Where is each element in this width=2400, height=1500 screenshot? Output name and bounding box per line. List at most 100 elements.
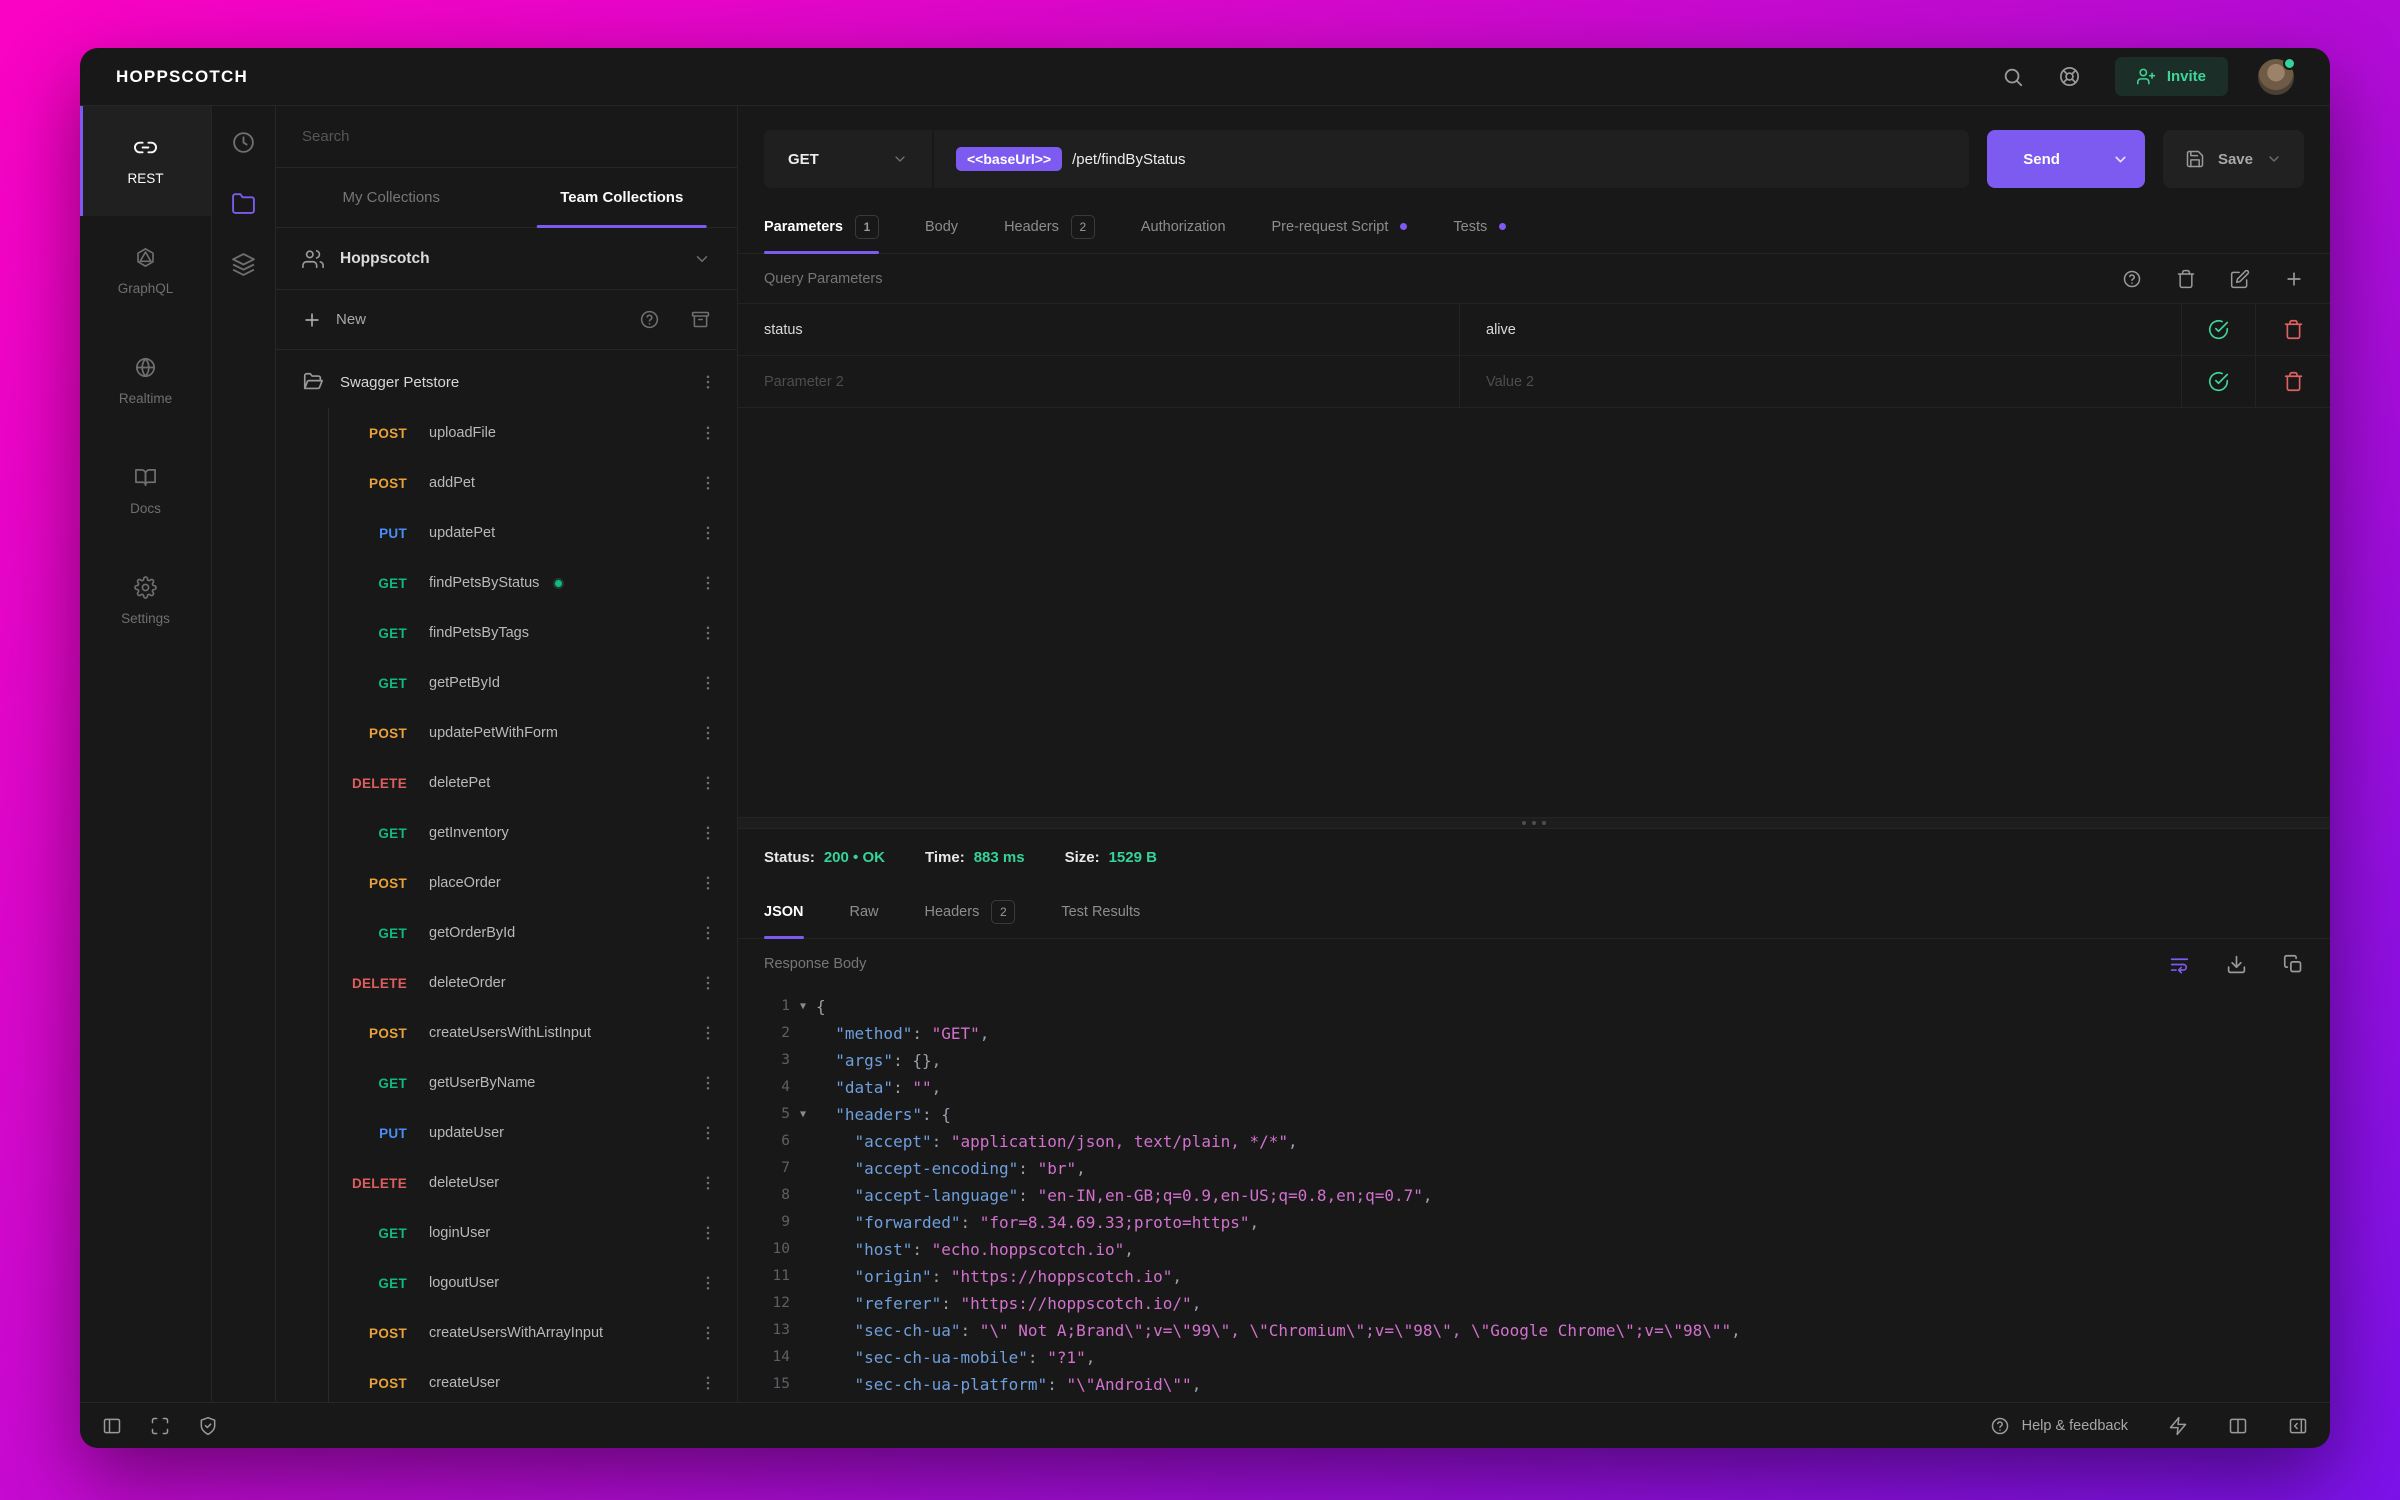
kebab-menu-icon[interactable] bbox=[699, 874, 717, 892]
kebab-menu-icon[interactable] bbox=[699, 424, 717, 442]
response-tab-json[interactable]: JSON bbox=[764, 885, 804, 939]
request-item-findPetsByTags[interactable]: GET findPetsByTags bbox=[329, 608, 737, 658]
kebab-menu-icon[interactable] bbox=[699, 474, 717, 492]
kebab-menu-icon[interactable] bbox=[699, 974, 717, 992]
environments-layers-icon[interactable] bbox=[231, 252, 256, 277]
fold-arrow-icon[interactable]: ▼ bbox=[790, 1101, 816, 1128]
kebab-menu-icon[interactable] bbox=[699, 824, 717, 842]
copy-icon[interactable] bbox=[2283, 954, 2304, 975]
kebab-menu-icon[interactable] bbox=[699, 924, 717, 942]
request-item-deleteOrder[interactable]: DELETE deleteOrder bbox=[329, 958, 737, 1008]
split-panel-icon[interactable] bbox=[2228, 1416, 2248, 1436]
archive-icon[interactable] bbox=[690, 309, 711, 330]
kebab-menu-icon[interactable] bbox=[699, 674, 717, 692]
interceptor-shield-icon[interactable] bbox=[198, 1416, 218, 1436]
edit-icon[interactable] bbox=[2230, 269, 2250, 289]
kebab-menu-icon[interactable] bbox=[699, 373, 717, 391]
fold-arrow-icon[interactable]: ▼ bbox=[790, 993, 816, 1020]
kebab-menu-icon[interactable] bbox=[699, 1374, 717, 1392]
request-item-getUserByName[interactable]: GET getUserByName bbox=[329, 1058, 737, 1108]
nav-item-rest[interactable]: REST bbox=[80, 106, 211, 216]
help-feedback-button[interactable]: Help & feedback bbox=[1990, 1416, 2128, 1436]
kebab-menu-icon[interactable] bbox=[699, 724, 717, 742]
request-item-uploadFile[interactable]: POST uploadFile bbox=[329, 408, 737, 458]
new-collection-button[interactable]: New bbox=[302, 310, 609, 330]
request-item-updateUser[interactable]: PUT updateUser bbox=[329, 1108, 737, 1158]
request-item-createUser[interactable]: POST createUser bbox=[329, 1358, 737, 1402]
response-tab-headers[interactable]: Headers 2 bbox=[925, 885, 1016, 938]
nav-item-docs[interactable]: Docs bbox=[80, 436, 211, 546]
kebab-menu-icon[interactable] bbox=[699, 524, 717, 542]
param-active-toggle-icon[interactable] bbox=[2182, 356, 2256, 407]
url-input[interactable]: <<baseUrl>> /pet/findByStatus bbox=[934, 130, 1969, 188]
kebab-menu-icon[interactable] bbox=[699, 1224, 717, 1242]
request-item-updatePetWithForm[interactable]: POST updatePetWithForm bbox=[329, 708, 737, 758]
save-button[interactable]: Save bbox=[2162, 130, 2304, 188]
collections-folder-icon[interactable] bbox=[231, 191, 256, 216]
panel-resize-handle[interactable] bbox=[738, 817, 2330, 829]
request-item-getInventory[interactable]: GET getInventory bbox=[329, 808, 737, 858]
kebab-menu-icon[interactable] bbox=[699, 774, 717, 792]
request-item-logoutUser[interactable]: GET logoutUser bbox=[329, 1258, 737, 1308]
request-item-getOrderById[interactable]: GET getOrderById bbox=[329, 908, 737, 958]
param-delete-icon[interactable] bbox=[2256, 304, 2330, 355]
tab-parameters[interactable]: Parameters 1 bbox=[764, 200, 879, 254]
tab-pre-request-script[interactable]: Pre-request Script bbox=[1272, 200, 1408, 253]
wrap-lines-icon[interactable] bbox=[2169, 954, 2190, 975]
tab-tests[interactable]: Tests bbox=[1453, 200, 1507, 253]
kebab-menu-icon[interactable] bbox=[699, 1024, 717, 1042]
tab-my-collections[interactable]: My Collections bbox=[276, 168, 507, 227]
param-key-input[interactable]: Parameter 2 bbox=[738, 356, 1460, 407]
collections-search[interactable] bbox=[276, 106, 737, 168]
avatar[interactable] bbox=[2258, 56, 2296, 95]
collapse-right-panel-icon[interactable] bbox=[2288, 1416, 2308, 1436]
response-tab-raw[interactable]: Raw bbox=[850, 885, 879, 938]
delete-all-trash-icon[interactable] bbox=[2176, 269, 2196, 289]
param-value-input[interactable]: alive bbox=[1460, 304, 2182, 355]
help-circle-icon[interactable] bbox=[639, 309, 660, 330]
kebab-menu-icon[interactable] bbox=[699, 624, 717, 642]
toggle-sidebar-icon[interactable] bbox=[102, 1416, 122, 1436]
help-circle-icon[interactable] bbox=[2122, 269, 2142, 289]
tab-headers[interactable]: Headers 2 bbox=[1004, 200, 1095, 253]
param-delete-icon[interactable] bbox=[2256, 356, 2330, 407]
nav-item-settings[interactable]: Settings bbox=[80, 546, 211, 656]
request-item-createUsersWithListInput[interactable]: POST createUsersWithListInput bbox=[329, 1008, 737, 1058]
history-clock-icon[interactable] bbox=[231, 130, 256, 155]
kebab-menu-icon[interactable] bbox=[699, 1174, 717, 1192]
request-item-updatePet[interactable]: PUT updatePet bbox=[329, 508, 737, 558]
nav-item-realtime[interactable]: Realtime bbox=[80, 326, 211, 436]
request-item-getPetById[interactable]: GET getPetById bbox=[329, 658, 737, 708]
response-tab-test-results[interactable]: Test Results bbox=[1061, 885, 1140, 938]
tab-authorization[interactable]: Authorization bbox=[1141, 200, 1226, 253]
method-select[interactable]: GET bbox=[764, 130, 934, 188]
shortcuts-expand-icon[interactable] bbox=[150, 1416, 170, 1436]
support-lifebuoy-icon[interactable] bbox=[2058, 65, 2081, 88]
kebab-menu-icon[interactable] bbox=[699, 1274, 717, 1292]
collection-folder[interactable]: Swagger Petstore bbox=[276, 356, 737, 408]
request-item-deletePet[interactable]: DELETE deletePet bbox=[329, 758, 737, 808]
request-item-loginUser[interactable]: GET loginUser bbox=[329, 1208, 737, 1258]
invite-button[interactable]: Invite bbox=[2114, 57, 2228, 96]
param-active-toggle-icon[interactable] bbox=[2182, 304, 2256, 355]
team-selector[interactable]: Hoppscotch bbox=[276, 228, 737, 290]
kebab-menu-icon[interactable] bbox=[699, 574, 717, 592]
request-item-createUsersWithArrayInput[interactable]: POST createUsersWithArrayInput bbox=[329, 1308, 737, 1358]
param-key-input[interactable]: status bbox=[738, 304, 1460, 355]
search-input[interactable] bbox=[302, 128, 711, 145]
send-options-button[interactable] bbox=[2096, 130, 2145, 188]
request-item-addPet[interactable]: POST addPet bbox=[329, 458, 737, 508]
send-button[interactable]: Send bbox=[1987, 130, 2096, 188]
tab-team-collections[interactable]: Team Collections bbox=[507, 168, 738, 227]
request-item-placeOrder[interactable]: POST placeOrder bbox=[329, 858, 737, 908]
download-icon[interactable] bbox=[2226, 954, 2247, 975]
kebab-menu-icon[interactable] bbox=[699, 1324, 717, 1342]
nav-item-graphql[interactable]: GraphQL bbox=[80, 216, 211, 326]
request-item-deleteUser[interactable]: DELETE deleteUser bbox=[329, 1158, 737, 1208]
shortcuts-zap-icon[interactable] bbox=[2168, 1416, 2188, 1436]
add-param-plus-icon[interactable] bbox=[2284, 269, 2304, 289]
kebab-menu-icon[interactable] bbox=[699, 1074, 717, 1092]
kebab-menu-icon[interactable] bbox=[699, 1124, 717, 1142]
param-value-input[interactable]: Value 2 bbox=[1460, 356, 2182, 407]
search-icon[interactable] bbox=[2002, 66, 2024, 88]
